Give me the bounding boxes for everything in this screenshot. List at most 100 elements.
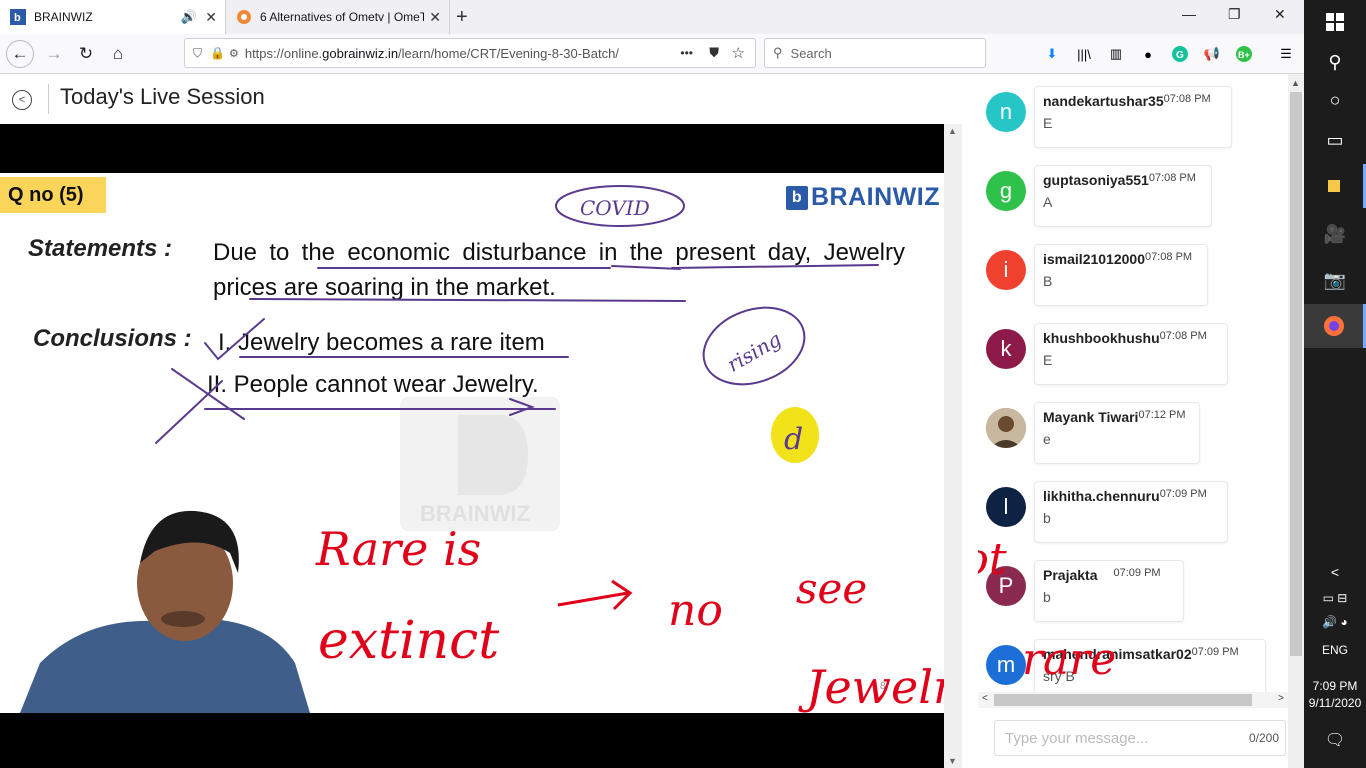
chat-panel: n nandekartushar3507:08 PM E g guptasoni… — [978, 74, 1288, 768]
annotation-see: see — [796, 564, 867, 613]
annotation-covid: COVID — [580, 196, 650, 220]
tab-ometv[interactable]: 6 Alternatives of Ometv | OmeT ✕ — [226, 0, 450, 34]
close-tab-icon[interactable]: ✕ — [205, 9, 217, 26]
close-window-icon[interactable]: ✕ — [1274, 6, 1286, 23]
video-scrollbar[interactable]: ▲ ▼ — [944, 124, 962, 768]
scroll-right-icon[interactable]: > — [1278, 693, 1284, 704]
annotation-no: no — [668, 585, 723, 636]
sidebar-icon[interactable]: ▥ — [1106, 44, 1126, 64]
speaker-icon[interactable]: 🔊 — [181, 9, 197, 25]
annotation-extinct: extinct — [318, 611, 499, 671]
statements-text: Due to the economic disturbance in the p… — [213, 239, 905, 301]
live-video-player[interactable]: Q no (5) b BRAINWIZ BRAINWIZ Statements :… — [0, 124, 944, 768]
shield-icon[interactable]: ⛉ — [193, 46, 202, 61]
annotation-not: Jewelry is — [798, 660, 944, 713]
clock-date: 9/11/2020 — [1308, 696, 1362, 710]
task-view-icon[interactable]: ▭ — [1304, 118, 1366, 162]
svg-text:B+: B+ — [1238, 50, 1250, 60]
chat-message-input[interactable]: Type your message... 0/200 — [994, 720, 1286, 756]
statements-label: Statements : — [28, 235, 173, 262]
firefox-icon[interactable] — [1304, 304, 1366, 348]
tab-label: 6 Alternatives of Ometv | OmeT — [260, 10, 424, 24]
back-arrow-icon[interactable]: ← — [6, 40, 34, 68]
annotation-rare: rare — [1022, 634, 1116, 685]
file-explorer-icon[interactable] — [1304, 164, 1366, 208]
cortana-icon[interactable]: ○ — [1304, 78, 1366, 122]
lesson-slide: Q no (5) b BRAINWIZ BRAINWIZ Statements :… — [0, 173, 944, 713]
scroll-up-icon[interactable]: ▲ — [1291, 78, 1300, 88]
logo-mark-icon: b — [786, 185, 808, 210]
search-icon: ⚲ — [773, 45, 783, 60]
url-path: /learn/home/CRT/Evening-8-30-Batch/ — [398, 45, 619, 61]
watermark-text: BRAINWIZ — [420, 501, 530, 526]
permissions-icon[interactable]: ⚙ — [229, 47, 239, 60]
bplus-extension-icon[interactable]: B+ — [1234, 44, 1254, 64]
bookmark-star-icon[interactable]: ☆ — [732, 44, 745, 62]
search-placeholder: Search — [790, 45, 832, 61]
annotation-jewelry-is: not — [978, 534, 1007, 585]
new-tab-icon[interactable]: + — [456, 6, 468, 29]
url-bar[interactable]: ⛉ 🔒 ⚙ https://online. gobrainwiz.in/learn… — [184, 38, 756, 68]
navigation-bar: ← → ↻ ⌂ ⛉ 🔒 ⚙ https://online. gobrainwiz.… — [0, 34, 1304, 74]
page-title: Today's Live Session — [60, 84, 265, 109]
notifications-icon[interactable]: 🗨 — [1304, 718, 1366, 762]
scroll-thumb[interactable] — [1290, 92, 1302, 656]
minimize-icon[interactable]: — — [1182, 6, 1196, 22]
chat-message-list[interactable]: n nandekartushar3507:08 PM E g guptasoni… — [978, 74, 1288, 692]
browser-tab-bar: b BRAINWIZ 🔊 ✕ 6 Alternatives of Ometv |… — [0, 0, 1304, 34]
library-icon[interactable]: |||\ — [1074, 44, 1094, 64]
pocket-icon[interactable]: ⛊ — [709, 45, 719, 61]
conclusion-two: II. People cannot wear Jewelry. — [207, 371, 539, 398]
scroll-down-icon[interactable]: ▼ — [948, 756, 957, 766]
windows-taskbar: ⚲ ○ ▭ 🎥 📷 < ▭ ⊟ 🔊 ◕ ENG 7:09 PM 9/11/202… — [1304, 0, 1366, 768]
language-indicator[interactable]: ENG — [1304, 628, 1366, 672]
conclusions-label: Conclusions : — [33, 325, 192, 352]
scroll-up-icon[interactable]: ▲ — [948, 126, 957, 136]
header-divider — [48, 84, 49, 114]
tab-label: BRAINWIZ — [34, 10, 93, 24]
reload-icon[interactable]: ↻ — [72, 40, 100, 68]
svg-text:b: b — [14, 12, 21, 24]
download-icon[interactable]: ⬇ — [1042, 44, 1062, 64]
forward-arrow-icon[interactable]: → — [40, 40, 68, 68]
chat-horizontal-scrollbar[interactable]: < > — [978, 692, 1288, 708]
page-scrollbar[interactable]: ▲ — [1288, 74, 1304, 768]
account-icon[interactable]: ● — [1138, 44, 1158, 64]
system-clock[interactable]: 7:09 PM 9/11/2020 — [1304, 678, 1366, 712]
logo-text: BRAINWIZ — [811, 183, 940, 211]
menu-icon[interactable]: ☰ — [1276, 44, 1296, 64]
windows-start-icon[interactable] — [1304, 0, 1366, 44]
handwriting-annotations-overflow: not rare — [978, 534, 1116, 685]
session-header: < Today's Live Session — [0, 74, 962, 124]
svg-text:G: G — [1176, 50, 1184, 61]
url-prefix: https://online. — [244, 45, 323, 61]
clock-time: 7:09 PM — [1312, 679, 1358, 693]
char-counter: 0/200 — [1248, 731, 1279, 745]
megaphone-extension-icon[interactable]: 📢 — [1202, 44, 1222, 64]
brainwiz-favicon-icon: b — [10, 9, 26, 25]
scroll-left-icon[interactable]: < — [982, 693, 988, 704]
back-circle-icon[interactable]: < — [12, 90, 32, 110]
annotation-answer-d: d — [784, 422, 803, 457]
ometv-favicon-icon — [236, 9, 252, 25]
url-host: gobrainwiz.in — [322, 45, 399, 61]
restore-icon[interactable]: ❐ — [1228, 6, 1241, 23]
page-content: < Today's Live Session Q no (5) b BRAINWI… — [0, 74, 1304, 768]
home-icon[interactable]: ⌂ — [104, 40, 132, 68]
grammarly-extension-icon[interactable]: G — [1170, 44, 1190, 64]
question-number: Q no (5) — [0, 177, 106, 213]
webcam-app-icon[interactable]: 🎥 — [1304, 212, 1366, 256]
close-tab-icon[interactable]: ✕ — [429, 9, 441, 26]
brainwiz-watermark-icon: BRAINWIZ — [400, 397, 560, 531]
search-bar[interactable]: ⚲ Search — [764, 38, 986, 68]
page-actions-icon[interactable]: ••• — [680, 46, 693, 60]
camera-icon[interactable]: 📷 — [1304, 258, 1366, 302]
scroll-thumb[interactable] — [994, 694, 1252, 706]
tab-brainwiz[interactable]: b BRAINWIZ 🔊 ✕ — [0, 0, 226, 34]
brainwiz-logo: b BRAINWIZ — [786, 183, 940, 212]
conclusion-one: I. Jewelry becomes a rare item — [218, 329, 545, 356]
slide-page-number: 8 — [880, 681, 886, 692]
annotation-rising: rising — [723, 327, 786, 377]
chat-input-placeholder: Type your message... — [1005, 729, 1149, 747]
lock-icon[interactable]: 🔒 — [210, 46, 225, 60]
